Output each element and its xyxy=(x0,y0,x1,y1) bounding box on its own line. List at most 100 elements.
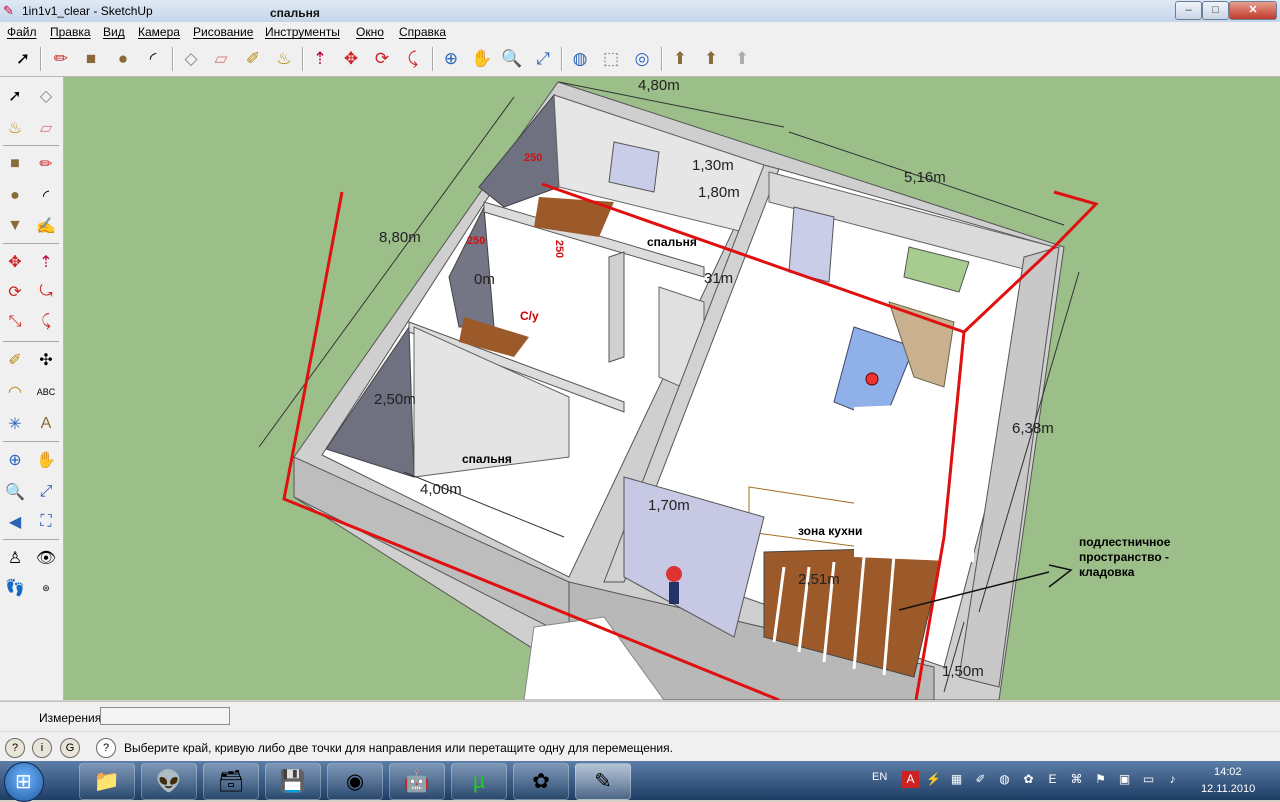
menu-camera[interactable]: Камера xyxy=(138,25,180,39)
text-tool-icon[interactable]: ABC xyxy=(33,379,59,405)
flower-tray-icon[interactable]: ✿ xyxy=(1020,771,1037,788)
follow-me-icon[interactable]: ⤿ xyxy=(33,279,59,305)
zoom-extents-icon[interactable]: ⤢ xyxy=(530,46,556,72)
rotate-tool-icon[interactable]: ⟳ xyxy=(369,46,395,72)
orbit-tool-icon[interactable]: ⊕ xyxy=(2,447,28,473)
pan-tool-icon[interactable]: ✋ xyxy=(33,447,59,473)
menu-view[interactable]: Вид xyxy=(103,25,125,39)
measurements-input[interactable] xyxy=(100,707,230,725)
alien-app-taskbar-icon[interactable]: 👽 xyxy=(141,763,197,800)
winrar-taskbar-icon[interactable]: 🗃 xyxy=(203,763,259,800)
flag-tray-icon[interactable]: ⚑ xyxy=(1092,771,1109,788)
push-pull-icon[interactable]: ⇡ xyxy=(307,46,333,72)
select-tool-icon[interactable]: ➚ xyxy=(2,83,28,109)
pencil-tool-icon[interactable]: ✏ xyxy=(48,46,74,72)
close-button[interactable]: ✕ xyxy=(1229,1,1277,20)
zoom-window-icon[interactable]: ⤢ xyxy=(33,479,59,505)
polygon-tool-icon[interactable]: ▼ xyxy=(2,213,28,239)
maximize-button[interactable]: □ xyxy=(1202,1,1229,20)
ati-tray-icon[interactable]: A xyxy=(902,771,919,788)
tape-measure-icon[interactable]: ✐ xyxy=(2,347,28,373)
push-pull-icon[interactable]: ⇡ xyxy=(33,249,59,275)
minimize-button[interactable]: – xyxy=(1175,1,1202,20)
language-indicator[interactable]: EN xyxy=(872,771,887,783)
move-tool-icon[interactable]: ✥ xyxy=(2,249,28,275)
bolt-tray-icon[interactable]: ⚡ xyxy=(925,771,942,788)
paint-bucket-icon[interactable]: ♨ xyxy=(271,46,297,72)
monitor-tray-icon[interactable]: ▭ xyxy=(1140,771,1157,788)
clock-time[interactable]: 14:02 xyxy=(1214,766,1242,778)
help-icon[interactable]: ? xyxy=(96,738,116,758)
move-tool-icon[interactable]: ✥ xyxy=(338,46,364,72)
offset-tool-icon[interactable]: ⤹ xyxy=(400,46,426,72)
pencil-tool-icon[interactable]: ✏ xyxy=(33,151,59,177)
menu-draw[interactable]: Рисование xyxy=(193,25,253,39)
walk-tool-icon[interactable]: 👣 xyxy=(2,575,28,601)
menu-help[interactable]: Справка xyxy=(399,25,446,39)
get-models-icon[interactable]: ◍ xyxy=(567,46,593,72)
3d-viewport[interactable]: 4,80m 5,16m 8,80m 6,38m 1,30m 1,80m 0m 2… xyxy=(64,77,1280,700)
select-tool-icon[interactable]: ➚ xyxy=(10,46,36,72)
make-component-icon[interactable]: ◇ xyxy=(33,83,59,109)
menu-window[interactable]: Окно xyxy=(356,25,384,39)
share-component-icon[interactable]: ⬆ xyxy=(698,46,724,72)
circle-tool-icon[interactable]: ● xyxy=(2,183,28,209)
save-disk-taskbar-icon[interactable]: 💾 xyxy=(265,763,321,800)
menu-edit[interactable]: Правка xyxy=(50,25,91,39)
rotate-tool-icon[interactable]: ⟳ xyxy=(2,279,28,305)
offset-tool-icon[interactable]: ⤹ xyxy=(33,309,59,335)
picasa-taskbar-icon[interactable]: ✿ xyxy=(513,763,569,800)
grid-tray-icon[interactable]: ▦ xyxy=(948,771,965,788)
user-icon[interactable]: G xyxy=(60,738,80,758)
dimension-tool-icon[interactable]: ✣ xyxy=(33,347,59,373)
palette-separator xyxy=(3,441,59,442)
position-camera-icon[interactable]: ♙ xyxy=(2,545,28,571)
eraser-tool-icon[interactable]: ▱ xyxy=(33,115,59,141)
photo-textures-icon[interactable]: ◎ xyxy=(629,46,655,72)
device-tray-icon[interactable]: ▣ xyxy=(1116,771,1133,788)
paint-bucket-icon[interactable]: ♨ xyxy=(2,115,28,141)
arc-tool-icon[interactable]: ◜ xyxy=(140,46,166,72)
protractor-icon[interactable]: ◠ xyxy=(2,379,28,405)
volume-tray-icon[interactable]: ♪ xyxy=(1164,771,1181,788)
rectangle-tool-icon[interactable]: ■ xyxy=(78,46,104,72)
section-plane-icon[interactable]: ⊛ xyxy=(33,575,59,601)
dimension-label: 5,16m xyxy=(904,169,946,186)
zoom-extents-icon[interactable]: ⛶ xyxy=(33,509,59,535)
palette-separator xyxy=(3,243,59,244)
explorer-taskbar-icon[interactable]: 📁 xyxy=(79,763,135,800)
robot-app-taskbar-icon[interactable]: 🤖 xyxy=(389,763,445,800)
pen-tray-icon[interactable]: ✐ xyxy=(972,771,989,788)
previous-view-icon[interactable]: ◀ xyxy=(2,509,28,535)
scale-tool-icon[interactable]: ⤡ xyxy=(2,309,28,335)
zoom-tool-icon[interactable]: 🔍 xyxy=(2,479,28,505)
menu-file[interactable]: Файл xyxy=(7,25,37,39)
orbit-tool-icon[interactable]: ⊕ xyxy=(438,46,464,72)
rectangle-tool-icon[interactable]: ■ xyxy=(2,151,28,177)
zoom-tool-icon[interactable]: 🔍 xyxy=(499,46,525,72)
geo-location-icon[interactable]: ? xyxy=(5,738,25,758)
freehand-tool-icon[interactable]: ✍ xyxy=(33,213,59,239)
share-model-icon[interactable]: ⬚ xyxy=(598,46,624,72)
look-around-icon[interactable]: 👁 xyxy=(33,545,59,571)
clock-date[interactable]: 12.11.2010 xyxy=(1201,783,1255,795)
credits-icon[interactable]: i xyxy=(32,738,52,758)
sketchup-taskbar-icon[interactable]: ✎ xyxy=(575,763,631,800)
pan-tool-icon[interactable]: ✋ xyxy=(469,46,495,72)
circle-tool-icon[interactable]: ● xyxy=(110,46,136,72)
toolbar-separator xyxy=(432,47,434,71)
chrome-taskbar-icon[interactable]: ◉ xyxy=(327,763,383,800)
en-tray-icon[interactable]: E xyxy=(1044,771,1061,788)
axes-tool-icon[interactable]: ✳ xyxy=(2,411,28,437)
get-components-icon[interactable]: ⬆ xyxy=(667,46,693,72)
tape-measure-icon[interactable]: ✐ xyxy=(240,46,266,72)
menu-tools[interactable]: Инструменты xyxy=(265,25,340,39)
eraser-tool-icon[interactable]: ▱ xyxy=(208,46,234,72)
make-component-icon[interactable]: ◇ xyxy=(178,46,204,72)
arc-tool-icon[interactable]: ◜ xyxy=(33,183,59,209)
green-circle-tray-icon[interactable]: ◍ xyxy=(996,771,1013,788)
utorrent-taskbar-icon[interactable]: µ xyxy=(451,763,507,800)
3d-text-icon[interactable]: A xyxy=(33,411,59,437)
extension-warehouse-icon[interactable]: ⬆ xyxy=(729,46,755,72)
network-tray-icon[interactable]: ⌘ xyxy=(1068,771,1085,788)
